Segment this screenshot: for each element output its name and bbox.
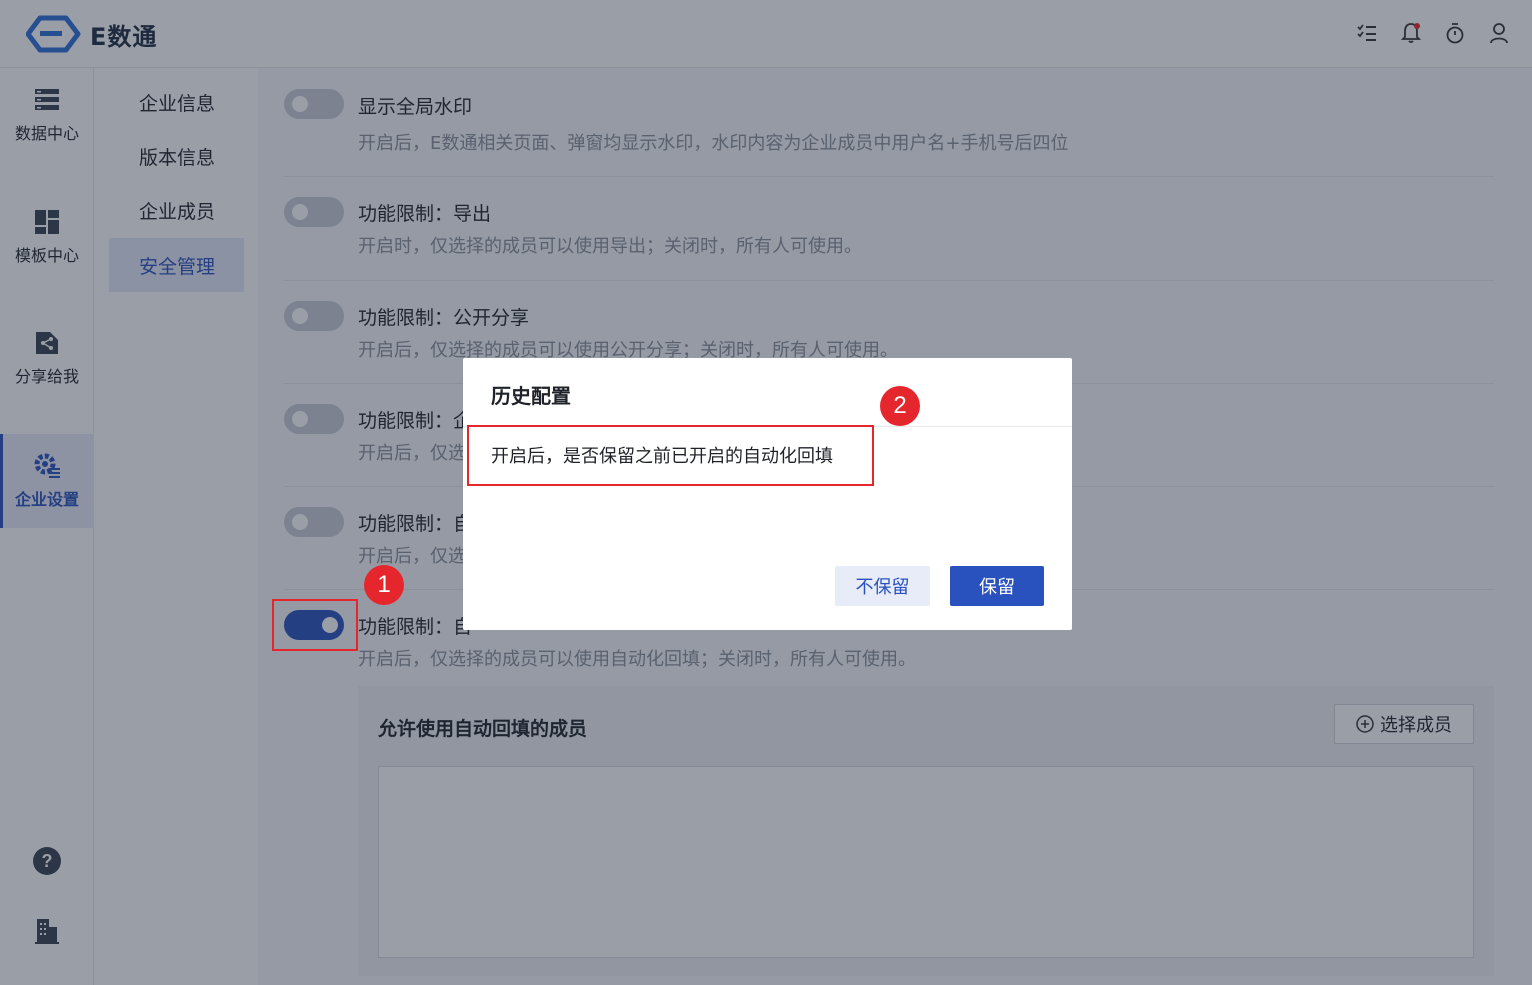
annotation-highlight-message (467, 425, 874, 486)
dont-keep-button[interactable]: 不保留 (835, 566, 930, 606)
annotation-badge-1: 1 (364, 565, 404, 605)
keep-button[interactable]: 保留 (950, 566, 1044, 606)
annotation-badge-2: 2 (880, 386, 920, 426)
annotation-highlight-toggle (272, 599, 358, 651)
dialog-title: 历史配置 (491, 384, 571, 408)
history-config-dialog: 历史配置 开启后，是否保留之前已开启的自动化回填 不保留 保留 (463, 358, 1072, 630)
